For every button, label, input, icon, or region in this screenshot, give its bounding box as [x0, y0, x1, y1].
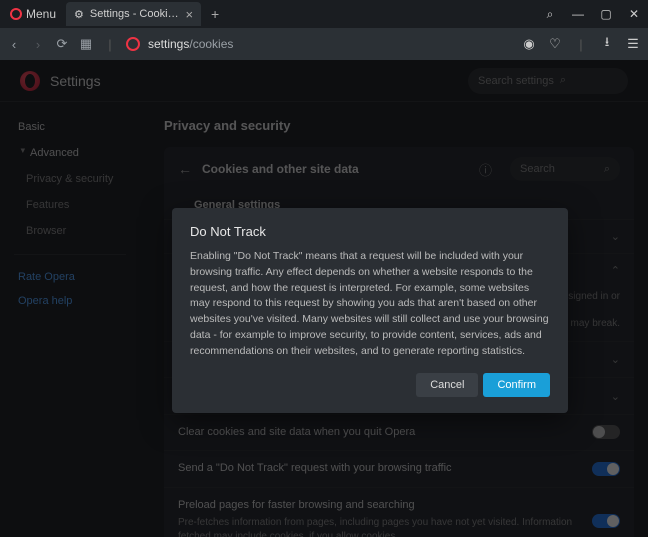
opera-icon — [10, 8, 22, 20]
snapshot-icon[interactable]: ◉ — [520, 36, 538, 52]
speed-dial-icon[interactable]: ▦ — [78, 36, 94, 52]
address-bar: ‹ › ⟳ ▦ | settings/cookies ◉ ♡ | ⭳ ☰ — [0, 28, 648, 60]
back-icon[interactable]: ‹ — [6, 37, 22, 52]
menu-label: Menu — [26, 7, 56, 21]
divider: | — [572, 37, 590, 52]
heart-icon[interactable]: ♡ — [546, 36, 564, 52]
reload-icon[interactable]: ⟳ — [54, 36, 70, 52]
url-path: /cookies — [189, 37, 233, 51]
new-tab-button[interactable]: + — [201, 6, 229, 22]
dnt-dialog: Do Not Track Enabling "Do Not Track" mea… — [172, 208, 568, 413]
dialog-title: Do Not Track — [190, 224, 550, 239]
gear-icon: ⚙ — [74, 8, 84, 21]
download-icon[interactable]: ⭳ — [598, 33, 616, 55]
browser-tab[interactable]: ⚙ Settings - Cookies and oth × — [66, 2, 201, 26]
address-url[interactable]: settings/cookies — [148, 37, 233, 51]
minimize-icon[interactable]: — — [564, 7, 592, 21]
cancel-button[interactable]: Cancel — [416, 373, 478, 397]
maximize-icon[interactable]: ▢ — [592, 7, 620, 21]
search-icon[interactable]: ⌕ — [536, 7, 564, 22]
menu-button[interactable]: Menu — [0, 0, 66, 28]
forward-icon[interactable]: › — [30, 37, 46, 52]
tab-title: Settings - Cookies and oth — [90, 8, 180, 20]
dialog-actions: Cancel Confirm — [190, 373, 550, 397]
easy-setup-icon[interactable]: ☰ — [624, 36, 642, 52]
dialog-body: Enabling "Do Not Track" means that a req… — [190, 249, 550, 359]
close-window-icon[interactable]: ✕ — [620, 7, 648, 21]
confirm-button[interactable]: Confirm — [483, 373, 550, 397]
close-tab-icon[interactable]: × — [185, 7, 193, 22]
opera-icon — [126, 37, 140, 51]
url-host: settings — [148, 37, 189, 51]
divider: | — [102, 37, 118, 52]
window-titlebar: Menu ⚙ Settings - Cookies and oth × + ⌕ … — [0, 0, 648, 28]
